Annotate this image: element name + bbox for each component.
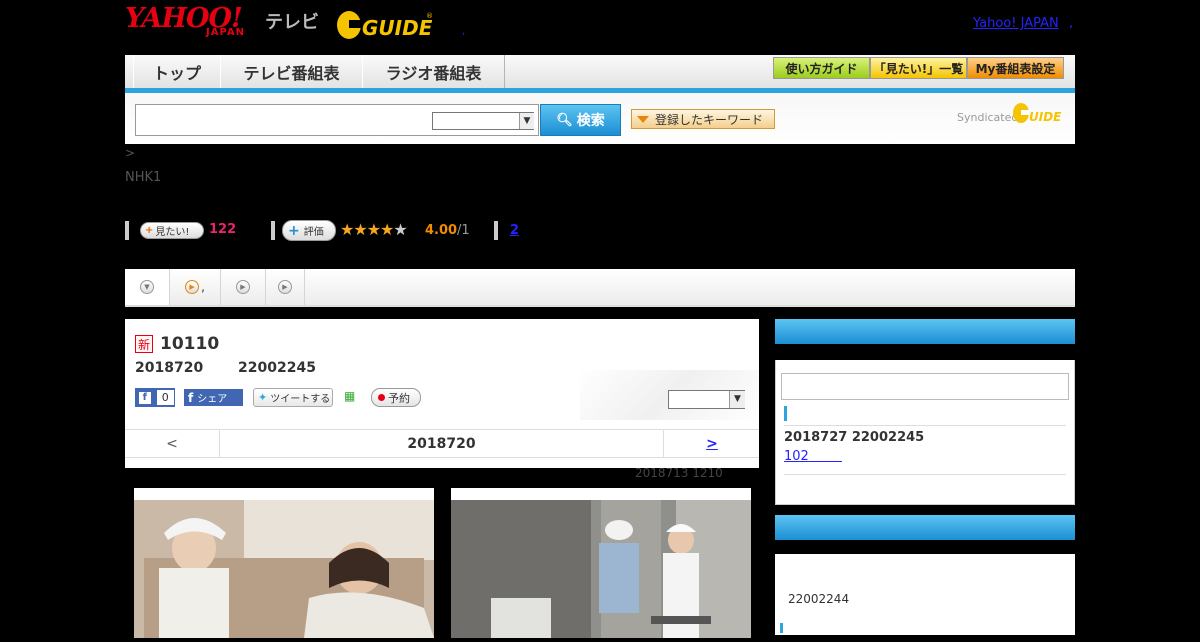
header-separator: , bbox=[462, 26, 466, 37]
tab-details[interactable]: ▼ bbox=[125, 269, 170, 305]
yahoo-japan-link[interactable]: Yahoo! JAPAN bbox=[973, 16, 1059, 31]
reviews-link[interactable]: 2 bbox=[510, 223, 519, 238]
want-count: 122 bbox=[209, 222, 237, 237]
star-icon: ★ bbox=[340, 220, 354, 239]
gguide-logo[interactable]: GUIDE ® bbox=[335, 8, 435, 42]
facebook-share-button[interactable]: f シェア bbox=[184, 389, 243, 406]
nav-tab-tv-schedule[interactable]: テレビ番組表 bbox=[220, 55, 363, 88]
search-button[interactable]: 🔍︎ 検索 bbox=[540, 104, 621, 136]
registered-keywords-button[interactable]: 登録したキーワード bbox=[631, 109, 775, 129]
tab-fourth[interactable]: ▶ bbox=[266, 269, 305, 305]
rating-count: /1 bbox=[457, 223, 470, 238]
photo-1-image bbox=[134, 500, 434, 638]
triangle-down-icon bbox=[637, 115, 649, 123]
calendar-add-icon[interactable]: ▦ bbox=[344, 389, 358, 405]
next-broadcast-link[interactable]: 102 bbox=[784, 449, 842, 464]
nav-tab-top[interactable]: トップ bbox=[133, 55, 221, 88]
sidebar-box-subheader bbox=[775, 344, 1075, 360]
tab-label: , bbox=[201, 280, 205, 294]
divider bbox=[271, 221, 275, 240]
sidebar-box-header bbox=[775, 319, 1075, 344]
play-icon: ▶ bbox=[185, 280, 200, 294]
divider bbox=[784, 474, 1066, 475]
divider bbox=[494, 221, 498, 240]
yahoo-japan-logo-text: JAPAN bbox=[206, 27, 245, 38]
channel-name: NHK1 bbox=[125, 170, 162, 185]
header-comma: , bbox=[1069, 16, 1074, 31]
previous-date-button[interactable]: < bbox=[125, 430, 220, 457]
facebook-icon: f bbox=[139, 391, 151, 404]
next-date-link[interactable]: > bbox=[663, 430, 760, 457]
want-list-button[interactable]: 「見たい!」一覧 bbox=[870, 57, 967, 79]
want-to-watch-label: 見たい! bbox=[155, 227, 190, 238]
tweet-button[interactable]: ✦ ツイートする bbox=[253, 388, 333, 407]
sidebar-broadcast-time: 22002244 bbox=[788, 592, 850, 606]
search-button-label: 検索 bbox=[576, 113, 605, 129]
star-icon: ★ bbox=[353, 220, 367, 239]
program-date: 2018720 bbox=[135, 360, 204, 376]
svg-text:®: ® bbox=[426, 12, 433, 20]
update-timestamp: 2018713 1210 bbox=[635, 466, 723, 480]
rating-value: 4.00 bbox=[425, 223, 458, 238]
play-icon: ▶ bbox=[278, 280, 292, 294]
tv-label[interactable]: テレビ bbox=[265, 8, 319, 34]
chevron-down-icon[interactable]: ▼ bbox=[729, 391, 745, 408]
want-to-watch-button[interactable]: + 見たい! bbox=[140, 222, 204, 239]
rating-stars: ★★★★★ bbox=[340, 220, 408, 239]
sidebar-box-header bbox=[775, 515, 1075, 540]
rate-button[interactable]: + 評価 bbox=[282, 220, 336, 241]
nav-tab-radio-schedule[interactable]: ラジオ番組表 bbox=[362, 55, 505, 88]
current-date: 2018720 bbox=[407, 435, 476, 452]
record-dot-icon bbox=[378, 394, 385, 401]
play-icon: ▶ bbox=[236, 280, 250, 294]
section-marker bbox=[784, 406, 787, 421]
twitter-bird-icon: ✦ bbox=[258, 391, 268, 404]
photo-2-image bbox=[451, 500, 751, 638]
svg-text:UIDE: UIDE bbox=[1029, 110, 1062, 124]
syndicated-label: Syndicated bbox=[957, 111, 1019, 124]
star-icon: ★ bbox=[380, 220, 394, 239]
sidebar-search-field[interactable] bbox=[781, 373, 1069, 400]
breadcrumb[interactable]: > bbox=[125, 146, 135, 160]
plus-icon: + bbox=[288, 222, 300, 239]
new-badge: 新 bbox=[135, 335, 153, 353]
reserve-label: 予約 bbox=[388, 391, 410, 405]
section-marker bbox=[780, 623, 783, 633]
program-photo-2[interactable] bbox=[451, 488, 751, 638]
chevron-down-icon: ▼ bbox=[140, 280, 154, 294]
sidebar-box-subheader bbox=[775, 540, 1075, 554]
tweet-label: ツイートする bbox=[270, 394, 331, 405]
reserve-recording-button[interactable]: 予約 bbox=[371, 388, 421, 407]
program-time: 22002245 bbox=[238, 360, 316, 376]
facebook-like-count: 0 bbox=[155, 389, 175, 406]
facebook-share-label: シェア bbox=[197, 394, 228, 405]
program-photo-1[interactable] bbox=[134, 488, 434, 638]
program-title: 10110 bbox=[160, 334, 220, 354]
star-empty-icon: ★ bbox=[393, 220, 407, 239]
next-broadcast-link-label: 102 bbox=[784, 449, 809, 464]
registered-keywords-label: 登録したキーワード bbox=[655, 112, 764, 127]
star-icon: ★ bbox=[366, 220, 381, 239]
chevron-down-icon[interactable]: ▼ bbox=[519, 113, 534, 129]
facebook-icon: f bbox=[188, 390, 194, 405]
my-schedule-settings-button[interactable]: My番組表設定 bbox=[967, 57, 1064, 79]
svg-text:GUIDE: GUIDE bbox=[362, 16, 433, 40]
content-tabs: ▼ ▶ , ▶ ▶ bbox=[125, 269, 1075, 307]
divider bbox=[784, 425, 1066, 426]
facebook-like-button[interactable]: f 0 bbox=[135, 388, 175, 407]
tab-related[interactable]: ▶ , bbox=[170, 269, 221, 305]
next-broadcast-datetime: 2018727 22002245 bbox=[784, 430, 925, 445]
search-icon: 🔍︎ bbox=[556, 112, 573, 128]
tab-third[interactable]: ▶ bbox=[221, 269, 266, 305]
syndicated-gguide-logo: UIDE bbox=[1013, 103, 1062, 124]
plus-icon: + bbox=[145, 225, 154, 236]
guide-button[interactable]: 使い方ガイド bbox=[773, 57, 870, 79]
rate-label: 評価 bbox=[303, 227, 324, 238]
divider bbox=[125, 221, 129, 240]
